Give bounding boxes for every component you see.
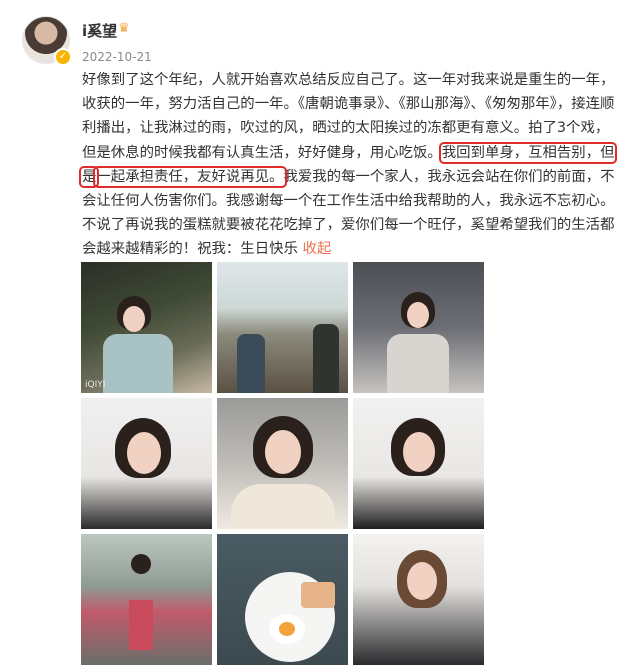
- post-image-3[interactable]: [353, 262, 484, 393]
- figure-body: [129, 600, 153, 650]
- figure-face: [407, 562, 437, 600]
- figure-face: [265, 430, 301, 474]
- figure-face: [403, 432, 435, 472]
- crown-icon: ♛: [118, 21, 130, 36]
- figure-body: [237, 334, 265, 393]
- post-image-9[interactable]: [353, 534, 484, 665]
- post-text: 好像到了这个年纪，人就开始喜欢总结反应自己了。这一年对我来说是重生的一年，收获的…: [78, 68, 622, 262]
- post-image-6[interactable]: [353, 398, 484, 529]
- post-image-2[interactable]: [217, 262, 348, 393]
- post-image-7[interactable]: [81, 534, 212, 665]
- image-grid: iQIYI: [81, 262, 485, 665]
- toast: [301, 582, 335, 608]
- yolk: [279, 622, 295, 636]
- username[interactable]: i奚望: [82, 20, 117, 41]
- verified-badge-icon: ✓: [54, 48, 72, 66]
- post-image-5[interactable]: [217, 398, 348, 529]
- highlighted-text-2: 一起承担责任，友好说再见。: [93, 165, 287, 188]
- post-image-8[interactable]: [217, 534, 348, 665]
- figure-face: [407, 302, 429, 328]
- collapse-link[interactable]: 收起: [302, 241, 331, 257]
- weibo-post: ✓ i奚望 ♛ 2022-10-21 好像到了这个年纪，人就开始喜欢总结反应自己…: [0, 0, 640, 670]
- post-image-4[interactable]: [81, 398, 212, 529]
- post-timestamp[interactable]: 2022-10-21: [82, 50, 152, 64]
- post-image-1[interactable]: iQIYI: [81, 262, 212, 393]
- figure-body: [103, 334, 173, 393]
- figure-body: [387, 334, 449, 393]
- figure-body: [231, 484, 335, 529]
- figure-hair: [131, 554, 151, 574]
- image-watermark: iQIYI: [85, 380, 106, 390]
- figure-face: [123, 306, 145, 332]
- figure-body: [313, 324, 339, 393]
- figure-face: [127, 432, 161, 474]
